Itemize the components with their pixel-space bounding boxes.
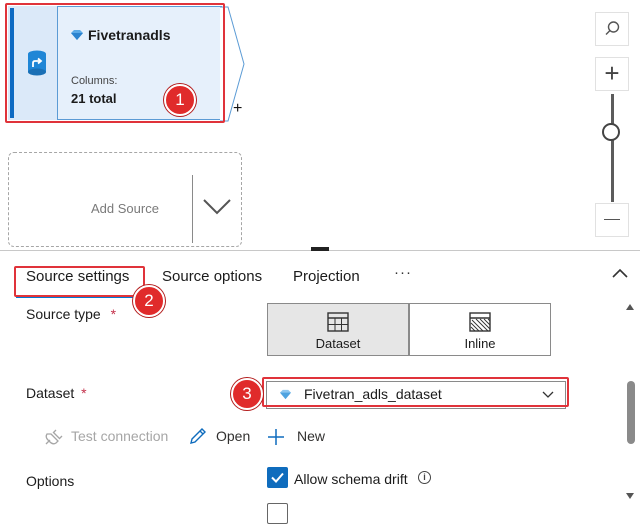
plug-icon (45, 429, 63, 445)
annotation-highlight-tab (14, 266, 145, 297)
dataset-label-text: Dataset (26, 385, 75, 401)
source-type-label-text: Source type (26, 306, 101, 322)
inline-hatched-icon (469, 312, 491, 332)
allow-schema-drift-label: Allow schema drift (294, 471, 408, 487)
chevron-up-icon[interactable] (612, 268, 628, 278)
required-asterisk: * (110, 306, 117, 322)
new-dataset-button[interactable]: New (297, 428, 325, 444)
dataset-option-label: Dataset (315, 336, 361, 351)
zoom-slider-thumb[interactable] (602, 123, 620, 141)
source-type-inline-button[interactable]: Inline (409, 303, 551, 356)
annotation-badge-1: 1 (164, 84, 196, 116)
minus-icon (604, 219, 620, 220)
zoom-in-button[interactable]: + (595, 57, 629, 91)
scrollbar-thumb[interactable] (627, 381, 635, 444)
scroll-up-arrow[interactable] (626, 304, 634, 310)
zoom-search-button[interactable] (595, 12, 629, 46)
annotation-highlight-dataset (262, 377, 569, 407)
test-connection-button[interactable]: Test connection (71, 428, 168, 444)
options-label: Options (26, 473, 75, 489)
scroll-down-arrow[interactable] (626, 493, 634, 499)
plus-icon (268, 429, 284, 445)
checkmark-icon (271, 472, 284, 483)
add-source-divider (192, 175, 193, 243)
secondary-option-checkbox[interactable] (267, 503, 288, 524)
search-icon (605, 21, 620, 35)
source-type-label: Source type * (26, 306, 116, 322)
add-source-label: Add Source (91, 201, 159, 216)
open-dataset-button[interactable]: Open (216, 428, 250, 444)
required-asterisk: * (81, 385, 87, 401)
pencil-icon (190, 428, 206, 444)
table-grid-icon (327, 312, 349, 332)
info-icon[interactable]: i (418, 471, 431, 484)
tab-source-options[interactable]: Source options (162, 268, 262, 285)
add-transformation-plus-button[interactable]: + (233, 100, 242, 118)
more-tabs-ellipsis[interactable]: ··· (394, 264, 412, 281)
chevron-down-icon[interactable] (202, 198, 232, 216)
tab-projection[interactable]: Projection (293, 268, 360, 285)
annotation-badge-2: 2 (133, 285, 165, 317)
source-type-dataset-button[interactable]: Dataset (267, 303, 409, 356)
zoom-slider-track[interactable] (611, 94, 614, 202)
annotation-badge-3: 3 (231, 378, 263, 410)
panel-resize-grip[interactable] (311, 247, 329, 251)
allow-schema-drift-checkbox[interactable] (267, 467, 288, 488)
zoom-out-button[interactable] (595, 203, 629, 237)
dataset-label: Dataset * (26, 385, 87, 401)
inline-option-label: Inline (464, 336, 496, 351)
